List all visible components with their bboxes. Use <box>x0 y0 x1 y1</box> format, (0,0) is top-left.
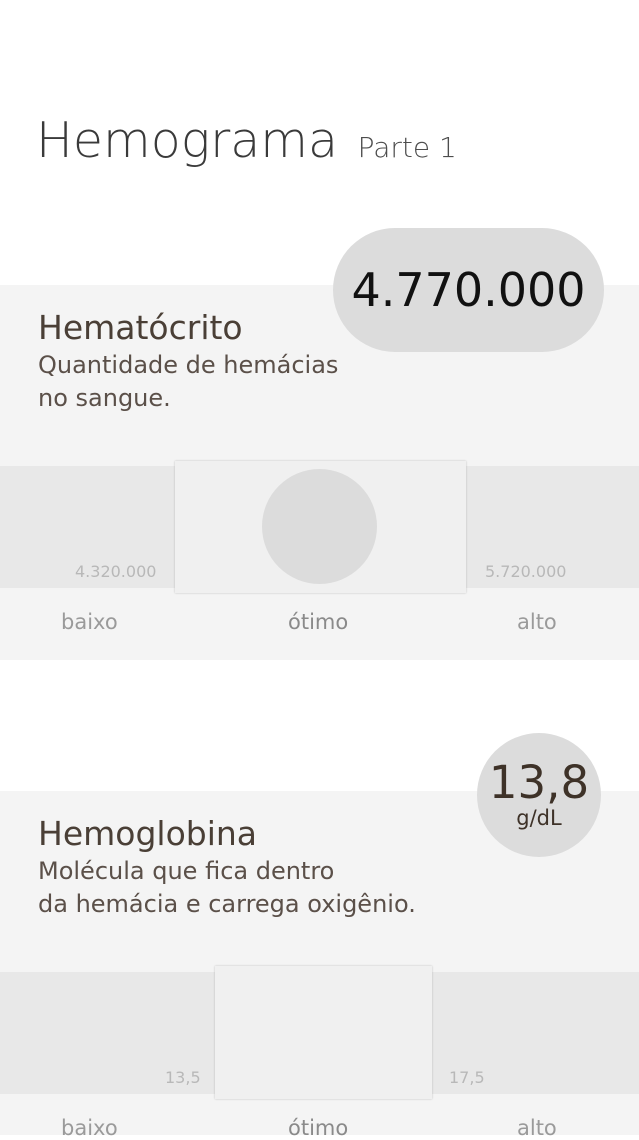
metric-name: Hematócrito <box>38 308 243 347</box>
low-threshold-label: 13,5 <box>165 1068 201 1087</box>
page-title-sub: Parte 1 <box>357 131 457 164</box>
range-label-high: alto <box>517 610 557 634</box>
metric-name: Hemoglobina <box>38 814 258 853</box>
high-threshold-label: 17,5 <box>449 1068 485 1087</box>
page-title-main: Hemograma <box>36 112 339 169</box>
range-label-optimal: ótimo <box>288 1116 349 1140</box>
metric-description: Quantidade de hemácias no sangue. <box>38 351 339 412</box>
high-threshold-label: 5.720.000 <box>485 562 567 581</box>
optimal-range-box <box>215 966 432 1099</box>
low-threshold-label: 4.320.000 <box>75 562 157 581</box>
range-label-optimal: ótimo <box>288 610 349 634</box>
value-text: 4.770.000 <box>351 263 586 317</box>
value-unit: g/dL <box>516 806 562 830</box>
metric-description: Molécula que fica dentro da hemácia e ca… <box>38 857 416 918</box>
range-label-low: baixo <box>61 1116 118 1140</box>
value-badge: 4.770.000 <box>333 228 604 352</box>
page-title: Hemograma Parte 1 <box>36 112 457 169</box>
value-marker <box>262 469 377 584</box>
range-label-high: alto <box>517 1116 557 1140</box>
range-label-low: baixo <box>61 610 118 634</box>
value-text: 13,8 <box>488 756 590 809</box>
value-badge: 13,8 g/dL <box>477 733 601 857</box>
